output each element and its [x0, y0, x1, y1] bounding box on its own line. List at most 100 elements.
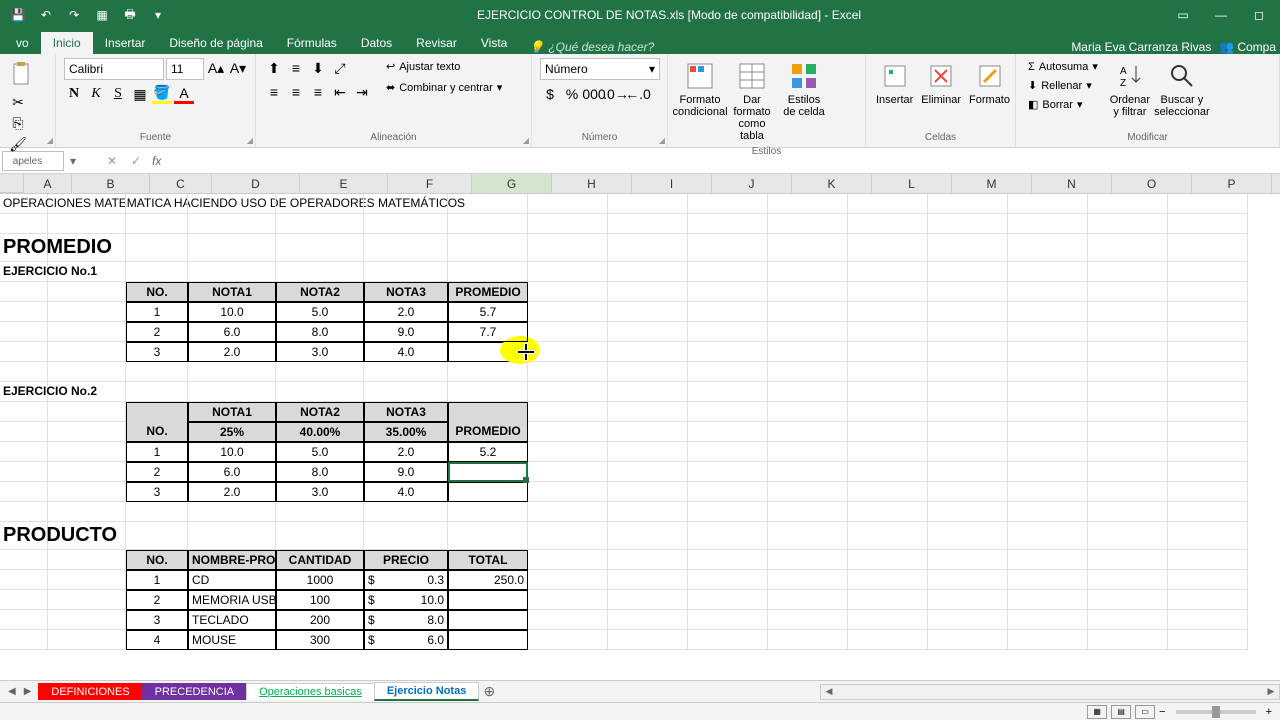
table-header[interactable]: NO. — [126, 422, 188, 442]
cell[interactable] — [448, 482, 528, 502]
sort-filter-button[interactable]: AZOrdenar y filtrar — [1106, 58, 1154, 120]
table-header[interactable]: NOMBRE-PROD — [188, 550, 276, 570]
page-break-icon[interactable]: ▭ — [1135, 705, 1155, 719]
cell-styles-button[interactable]: Estilos de celda — [780, 58, 828, 120]
cell[interactable]: 1 — [126, 570, 188, 590]
cell[interactable]: 2.0 — [364, 302, 448, 322]
col-header[interactable]: B — [72, 174, 150, 193]
table-header[interactable]: PROMEDIO — [448, 282, 528, 302]
col-header[interactable]: M — [952, 174, 1032, 193]
table-header[interactable]: NOTA3 — [364, 282, 448, 302]
cell[interactable]: 3 — [126, 482, 188, 502]
cell[interactable]: PROMEDIO — [0, 234, 48, 262]
cell[interactable]: EJERCICIO No.1 — [0, 262, 48, 282]
fx-icon[interactable]: fx — [148, 154, 165, 168]
cell[interactable]: 5.2 — [448, 442, 528, 462]
cell[interactable]: 4.0 — [364, 482, 448, 502]
zoom-in-icon[interactable]: + — [1266, 706, 1272, 718]
borders-icon[interactable]: ▦ — [130, 84, 150, 104]
spreadsheet-grid[interactable]: A B C D E F G H I J K L M N O P OPERACIO… — [0, 174, 1280, 674]
scroll-right-icon[interactable]: ▶ — [1263, 686, 1279, 697]
align-bottom-icon[interactable]: ⬇ — [308, 58, 328, 78]
cell[interactable] — [448, 610, 528, 630]
cell[interactable]: MEMORIA USB — [188, 590, 276, 610]
col-header[interactable]: L — [872, 174, 952, 193]
grow-font-icon[interactable]: A▴ — [206, 58, 226, 78]
zoom-slider[interactable] — [1176, 710, 1256, 714]
table-header[interactable]: NOTA1 — [188, 282, 276, 302]
save-icon[interactable]: 💾 — [6, 3, 30, 27]
col-header[interactable]: H — [552, 174, 632, 193]
col-header[interactable]: N — [1032, 174, 1112, 193]
cell[interactable]: 1 — [126, 442, 188, 462]
comma-icon[interactable]: 000 — [584, 84, 604, 104]
cell[interactable]: 2.0 — [188, 342, 276, 362]
cell[interactable]: 2 — [126, 590, 188, 610]
align-left-icon[interactable]: ≡ — [264, 82, 284, 102]
table-header[interactable]: PROMEDIO — [448, 422, 528, 442]
col-header[interactable]: J — [712, 174, 792, 193]
cell[interactable]: 6.0 — [188, 462, 276, 482]
clear-button[interactable]: ◧Borrar ▾ — [1024, 96, 1102, 113]
horizontal-scrollbar[interactable]: ◀ ▶ — [820, 684, 1280, 700]
paste-button[interactable] — [8, 58, 36, 90]
minimize-icon[interactable]: — — [1206, 3, 1236, 27]
table-header[interactable]: NOTA2 — [276, 282, 364, 302]
shrink-font-icon[interactable]: A▾ — [228, 58, 248, 78]
cell[interactable]: 9.0 — [364, 462, 448, 482]
cell[interactable]: 2.0 — [188, 482, 276, 502]
cell[interactable]: TECLADO — [188, 610, 276, 630]
autosum-button[interactable]: ΣAutosuma ▾ — [1024, 58, 1102, 75]
tell-me-search[interactable]: 💡 ¿Qué desea hacer? — [519, 40, 664, 54]
cell[interactable]: 6.0 — [188, 322, 276, 342]
table-header[interactable]: 40.00% — [276, 422, 364, 442]
cell[interactable]: 3 — [126, 610, 188, 630]
cell[interactable]: 2 — [126, 322, 188, 342]
cell[interactable]: 2 — [126, 462, 188, 482]
insert-cells-button[interactable]: Insertar — [874, 58, 915, 108]
normal-view-icon[interactable]: ▦ — [1087, 705, 1107, 719]
format-painter-icon[interactable]: 🖌 — [8, 134, 28, 154]
fill-button[interactable]: ⬇Rellenar ▾ — [1024, 77, 1102, 94]
underline-button[interactable]: S — [108, 84, 128, 104]
conditional-format-button[interactable]: Formato condicional — [676, 58, 724, 120]
cell[interactable]: 5.0 — [276, 302, 364, 322]
cell[interactable] — [448, 462, 528, 482]
name-box-dropdown-icon[interactable]: ▾ — [66, 154, 80, 168]
ribbon-options-icon[interactable]: ▭ — [1168, 3, 1198, 27]
cancel-formula-icon[interactable]: ✕ — [100, 154, 124, 168]
cell[interactable]: $10.0 — [364, 590, 448, 610]
number-format-select[interactable]: Número▾ — [540, 58, 660, 80]
cell[interactable]: 4.0 — [364, 342, 448, 362]
tab-formulas[interactable]: Fórmulas — [275, 32, 349, 54]
cell[interactable]: MOUSE — [188, 630, 276, 650]
bold-button[interactable]: N — [64, 84, 84, 104]
cell[interactable]: 5.7 — [448, 302, 528, 322]
italic-button[interactable]: K — [86, 84, 106, 104]
cell[interactable]: $6.0 — [364, 630, 448, 650]
scroll-left-icon[interactable]: ◀ — [821, 686, 837, 697]
cell[interactable]: 200 — [276, 610, 364, 630]
cell[interactable]: 3.0 — [276, 482, 364, 502]
sheet-prev-icon[interactable]: ◀ — [8, 686, 16, 697]
clipboard-dialog-icon[interactable]: ◢ — [47, 136, 53, 145]
inc-decimal-icon[interactable]: .0→ — [606, 84, 626, 104]
align-right-icon[interactable]: ≡ — [308, 82, 328, 102]
cell[interactable]: 3 — [126, 342, 188, 362]
table-header[interactable]: 35.00% — [364, 422, 448, 442]
cell[interactable]: 250.0 — [448, 570, 528, 590]
add-sheet-icon[interactable]: ⊕ — [479, 683, 499, 700]
touch-mode-icon[interactable]: ▦ — [90, 3, 114, 27]
wrap-text-button[interactable]: ↩Ajustar texto — [382, 58, 506, 75]
tab-diseno[interactable]: Diseño de página — [157, 32, 274, 54]
table-header[interactable] — [126, 402, 188, 422]
cut-icon[interactable]: ✂ — [8, 92, 28, 112]
sheet-tab[interactable]: Operaciones basicas — [246, 683, 375, 700]
select-all-corner[interactable] — [0, 174, 24, 193]
table-header[interactable]: TOTAL — [448, 550, 528, 570]
percent-icon[interactable]: % — [562, 84, 582, 104]
page-layout-icon[interactable]: ▤ — [1111, 705, 1131, 719]
tab-inicio[interactable]: Inicio — [41, 32, 93, 54]
col-header[interactable]: O — [1112, 174, 1192, 193]
orientation-icon[interactable]: ⤢ — [330, 58, 350, 78]
